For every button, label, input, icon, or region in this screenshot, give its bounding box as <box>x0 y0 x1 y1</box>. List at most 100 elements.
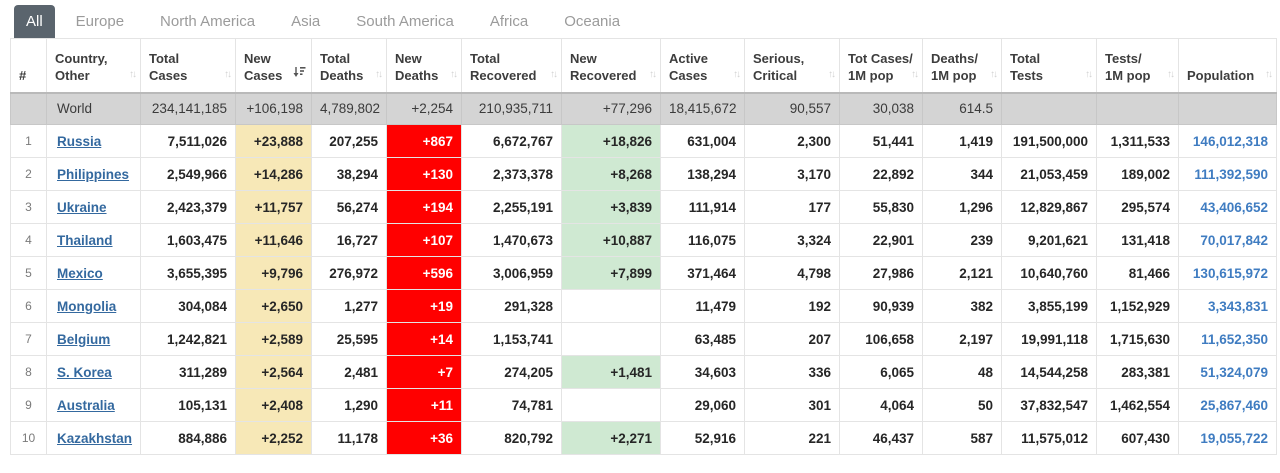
column-label: Critical <box>753 67 833 84</box>
cell-deaths-per-1m: 587 <box>923 422 1002 455</box>
population-link[interactable]: 25,867,460 <box>1200 398 1268 413</box>
table-row: 7Belgium1,242,821+2,58925,595+141,153,74… <box>11 323 1277 356</box>
country-link[interactable]: Thailand <box>57 233 113 248</box>
sort-icon: ↑↓ <box>911 66 917 83</box>
cell-population: 43,406,652 <box>1179 191 1277 224</box>
tab-europe[interactable]: Europe <box>61 5 139 38</box>
cell-total-cases: 1,242,821 <box>141 323 236 356</box>
cell-rank: 2 <box>11 158 47 191</box>
cell-total-cases: 2,549,966 <box>141 158 236 191</box>
cell-population: 3,343,831 <box>1179 290 1277 323</box>
column-header-total-cases[interactable]: TotalCases↑↓ <box>141 39 236 93</box>
cell-total-tests: 37,832,547 <box>1002 389 1097 422</box>
column-label: Active <box>669 50 738 67</box>
country-link[interactable]: Australia <box>57 398 115 413</box>
tab-oceania[interactable]: Oceania <box>549 5 635 38</box>
cell-total-cases: 7,511,026 <box>141 125 236 158</box>
cell-total-deaths: 4,789,802 <box>312 93 387 125</box>
column-header-active-cases[interactable]: ActiveCases↑↓ <box>661 39 745 93</box>
cell-serious-critical: 3,324 <box>745 224 840 257</box>
cell-tests-per-1m: 1,715,630 <box>1097 323 1179 356</box>
column-header-serious-critical[interactable]: Serious,Critical↑↓ <box>745 39 840 93</box>
country-link[interactable]: Kazakhstan <box>57 431 132 446</box>
population-link[interactable]: 51,324,079 <box>1200 365 1268 380</box>
column-header-new-deaths[interactable]: NewDeaths↑↓ <box>387 39 462 93</box>
cell-new-cases: +23,888 <box>236 125 312 158</box>
column-header-cases-per-1m[interactable]: Tot Cases/1M pop↑↓ <box>840 39 923 93</box>
cell-rank: 5 <box>11 257 47 290</box>
cell-cases-per-1m: 22,892 <box>840 158 923 191</box>
cell-deaths-per-1m: 614.5 <box>923 93 1002 125</box>
cell-rank: 6 <box>11 290 47 323</box>
cell-cases-per-1m: 90,939 <box>840 290 923 323</box>
population-link[interactable]: 11,652,350 <box>1201 332 1268 347</box>
tab-africa[interactable]: Africa <box>475 5 543 38</box>
tab-asia[interactable]: Asia <box>276 5 335 38</box>
tab-north-america[interactable]: North America <box>145 5 270 38</box>
population-link[interactable]: 146,012,318 <box>1193 134 1268 149</box>
country-link[interactable]: Mexico <box>57 266 103 281</box>
cell-deaths-per-1m: 48 <box>923 356 1002 389</box>
country-link[interactable]: Philippines <box>57 167 129 182</box>
country-link[interactable]: Russia <box>57 134 101 149</box>
sort-icon: ↑↓ <box>1167 66 1173 83</box>
population-link[interactable]: 70,017,842 <box>1200 233 1268 248</box>
header-row: #Country,Other↑↓TotalCases↑↓NewCasesTota… <box>11 39 1277 93</box>
tab-south-america[interactable]: South America <box>341 5 469 38</box>
cell-deaths-per-1m: 50 <box>923 389 1002 422</box>
table-row: 8S. Korea311,289+2,5642,481+7274,205+1,4… <box>11 356 1277 389</box>
column-label: Deaths <box>320 67 380 84</box>
country-link[interactable]: Mongolia <box>57 299 116 314</box>
column-header-total-deaths[interactable]: TotalDeaths↑↓ <box>312 39 387 93</box>
population-link[interactable]: 111,392,590 <box>1194 167 1268 182</box>
table-row: 5Mexico3,655,395+9,796276,972+5963,006,9… <box>11 257 1277 290</box>
column-header-total-recovered[interactable]: TotalRecovered↑↓ <box>462 39 562 93</box>
cell-new-deaths: +36 <box>387 422 462 455</box>
column-header-tests-per-1m[interactable]: Tests/1M pop↑↓ <box>1097 39 1179 93</box>
cell-total-tests: 3,855,199 <box>1002 290 1097 323</box>
country-link[interactable]: Belgium <box>57 332 110 347</box>
cell-total-cases: 1,603,475 <box>141 224 236 257</box>
population-link[interactable]: 130,615,972 <box>1193 266 1268 281</box>
sort-icon: ↑↓ <box>550 66 556 83</box>
cell-new-cases: +2,408 <box>236 389 312 422</box>
column-header-new-cases[interactable]: NewCases <box>236 39 312 93</box>
tab-all[interactable]: All <box>14 5 55 38</box>
cell-total-recovered: 2,373,378 <box>462 158 562 191</box>
column-label: Cases <box>149 67 229 84</box>
cell-new-deaths: +194 <box>387 191 462 224</box>
column-header-deaths-per-1m[interactable]: Deaths/1M pop↑↓ <box>923 39 1002 93</box>
cell-total-deaths: 1,277 <box>312 290 387 323</box>
table-row: 10Kazakhstan884,886+2,25211,178+36820,79… <box>11 422 1277 455</box>
column-label: Tot Cases/ <box>848 50 916 67</box>
cell-active-cases: 631,004 <box>661 125 745 158</box>
cell-total-cases: 2,423,379 <box>141 191 236 224</box>
column-label: Recovered <box>470 67 555 84</box>
cell-cases-per-1m: 51,441 <box>840 125 923 158</box>
column-header-new-recovered[interactable]: NewRecovered↑↓ <box>562 39 661 93</box>
column-header-population[interactable]: Population↑↓ <box>1179 39 1277 93</box>
column-label: New <box>395 50 455 67</box>
column-header-total-tests[interactable]: TotalTests↑↓ <box>1002 39 1097 93</box>
cell-country: Kazakhstan <box>47 422 141 455</box>
cell-total-deaths: 16,727 <box>312 224 387 257</box>
cell-total-recovered: 291,328 <box>462 290 562 323</box>
table-header: #Country,Other↑↓TotalCases↑↓NewCasesTota… <box>11 39 1277 93</box>
table-body: World234,141,185+106,1984,789,802+2,2542… <box>11 93 1277 455</box>
country-link[interactable]: Ukraine <box>57 200 107 215</box>
column-header-country[interactable]: Country,Other↑↓ <box>47 39 141 93</box>
population-link[interactable]: 19,055,722 <box>1200 431 1268 446</box>
cell-new-recovered <box>562 290 661 323</box>
cell-active-cases: 29,060 <box>661 389 745 422</box>
column-label: Country, <box>55 50 134 67</box>
cell-new-cases: +2,252 <box>236 422 312 455</box>
country-link[interactable]: S. Korea <box>57 365 112 380</box>
population-link[interactable]: 3,343,831 <box>1208 299 1268 314</box>
sort-icon: ↑↓ <box>649 66 655 83</box>
cell-total-tests: 10,640,760 <box>1002 257 1097 290</box>
column-label: Cases <box>669 67 738 84</box>
table-row: 1Russia7,511,026+23,888207,255+8676,672,… <box>11 125 1277 158</box>
cell-rank: 1 <box>11 125 47 158</box>
cell-new-deaths: +2,254 <box>387 93 462 125</box>
population-link[interactable]: 43,406,652 <box>1200 200 1268 215</box>
